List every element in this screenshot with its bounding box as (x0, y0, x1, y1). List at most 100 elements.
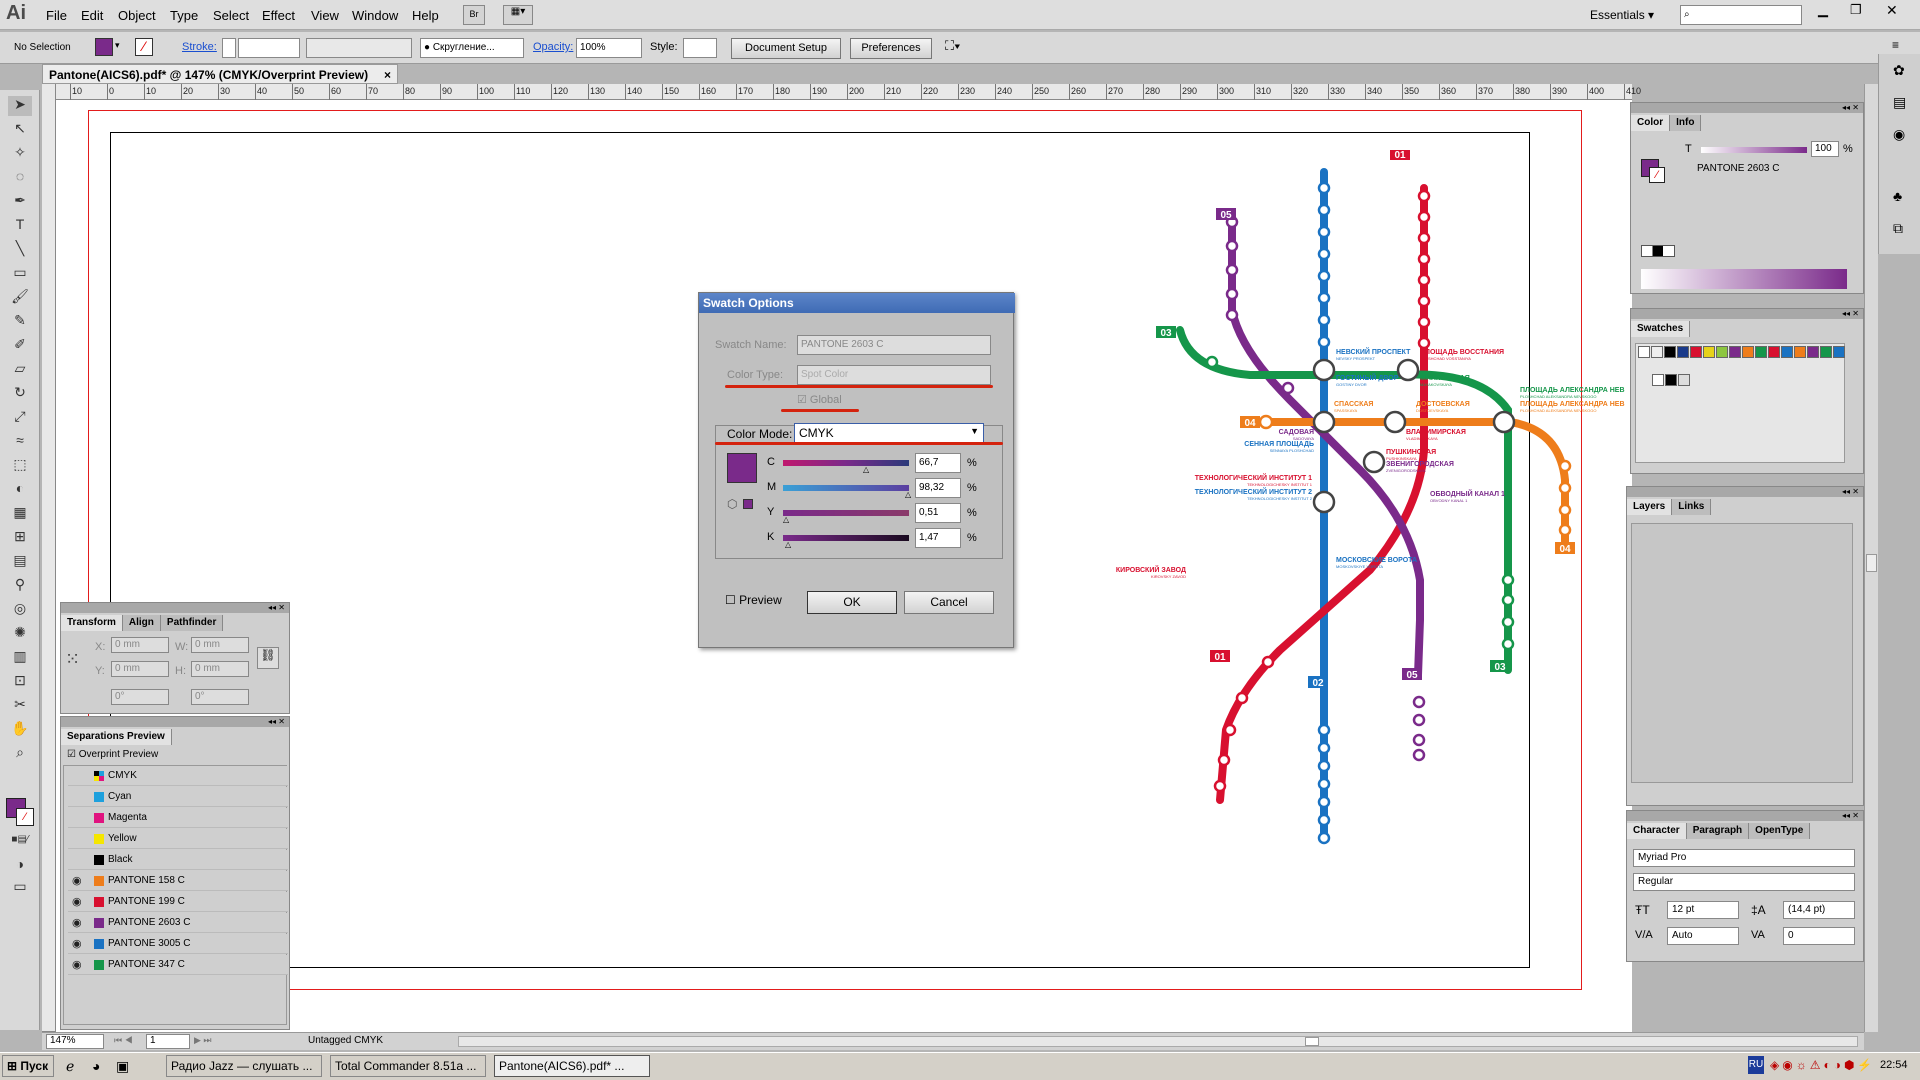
menu-type[interactable]: Type (170, 8, 198, 23)
stroke-weight-field[interactable] (238, 38, 300, 58)
perspective-grid-tool-icon[interactable]: ▦ (8, 504, 32, 524)
tint-ramp[interactable] (1641, 269, 1847, 289)
separation-row[interactable]: ◉ PANTONE 2603 C (68, 913, 288, 933)
panel-collapse-bar[interactable]: ◂◂ ✕ (1631, 309, 1863, 319)
rectangle-tool-icon[interactable]: ▭ (8, 264, 32, 284)
blue-station[interactable] (1317, 795, 1331, 809)
preview-checkbox[interactable]: ☐ Preview (725, 593, 782, 607)
stroke-color-icon[interactable]: ⁄ (16, 808, 34, 826)
type-tool-icon[interactable]: T (8, 216, 32, 236)
panel-collapse-bar[interactable]: ◂◂ ✕ (61, 603, 289, 613)
tint-field[interactable]: 100 (1811, 141, 1839, 157)
color-type-select[interactable]: Spot Color (797, 365, 991, 385)
artboard-tool-icon[interactable]: ⊡ (8, 672, 32, 692)
menu-window[interactable]: Window (352, 8, 398, 23)
swatch-chip[interactable] (1664, 346, 1676, 358)
w-field[interactable]: 0 mm (191, 637, 249, 653)
blue-station[interactable] (1317, 313, 1331, 327)
eraser-tool-icon[interactable]: ▱ (8, 360, 32, 380)
orange-station[interactable] (1558, 481, 1572, 495)
start-button[interactable]: ⊞ Пуск (2, 1055, 54, 1077)
close-tab-icon[interactable]: × (384, 68, 391, 82)
zoom-select[interactable]: 147% (46, 1034, 104, 1049)
stroke-swatch[interactable]: ⁄ (135, 38, 153, 56)
separation-row[interactable]: ◉ PANTONE 158 C (68, 871, 288, 891)
purple-station[interactable] (1412, 713, 1426, 727)
brush-select[interactable]: ● Скругление... (420, 38, 524, 58)
green-station[interactable] (1501, 593, 1515, 607)
purple-station[interactable] (1225, 287, 1239, 301)
panel-collapse-bar[interactable]: ◂◂ ✕ (61, 717, 289, 727)
green-station[interactable] (1205, 355, 1219, 369)
tab-links[interactable]: Links (1672, 499, 1712, 515)
search-input[interactable]: ⌕ (1680, 5, 1802, 25)
magenta-slider-handle[interactable]: △ (905, 490, 911, 499)
graphic-styles-icon[interactable]: ⧉ (1893, 220, 1903, 237)
minimize-icon[interactable]: ▁ (1818, 2, 1828, 18)
interchange-station[interactable] (1312, 410, 1336, 434)
magenta-slider[interactable] (783, 485, 909, 491)
tab-opentype[interactable]: OpenType (1749, 823, 1811, 839)
tab-info[interactable]: Info (1670, 115, 1702, 131)
separation-row[interactable]: Cyan (68, 787, 288, 807)
green-station[interactable] (1501, 573, 1515, 587)
orange-station[interactable] (1558, 503, 1572, 517)
swatch-chip[interactable] (1638, 346, 1650, 358)
eyedropper-tool-icon[interactable]: ⚲ (8, 576, 32, 596)
paintbrush-tool-icon[interactable]: 🖌 (8, 288, 32, 308)
task-total-commander[interactable]: Total Commander 8.51a ... (330, 1055, 486, 1077)
blue-station[interactable] (1317, 181, 1331, 195)
swatch-chip[interactable] (1665, 374, 1677, 386)
tab-layers[interactable]: Layers (1627, 499, 1673, 515)
interchange-station[interactable] (1396, 358, 1420, 382)
blue-station[interactable] (1317, 759, 1331, 773)
font-family-select[interactable]: Myriad Pro (1633, 849, 1855, 867)
red-station[interactable] (1417, 315, 1431, 329)
artboard-number-field[interactable]: 1 (146, 1034, 190, 1049)
menu-effect[interactable]: Effect (262, 8, 295, 23)
y-field[interactable]: 0 mm (111, 661, 169, 677)
stroke-color-swatch[interactable]: ⁄ (1649, 167, 1665, 183)
direct-selection-tool-icon[interactable]: ↖ (8, 120, 32, 140)
screen-mode-icon[interactable]: ▭ (8, 878, 32, 898)
opacity-label[interactable]: Opacity: (533, 41, 573, 53)
purple-station[interactable] (1281, 381, 1295, 395)
red-station[interactable] (1235, 691, 1249, 705)
slice-tool-icon[interactable]: ✂ (8, 696, 32, 716)
red-station[interactable] (1417, 231, 1431, 245)
hand-tool-icon[interactable]: ✋ (8, 720, 32, 740)
zoom-tool-icon[interactable]: ⌕ (8, 744, 32, 764)
cyan-slider-handle[interactable]: △ (863, 465, 869, 474)
purple-station[interactable] (1412, 748, 1426, 762)
swatch-chip[interactable] (1652, 374, 1664, 386)
red-station[interactable] (1417, 294, 1431, 308)
swatch-chip[interactable] (1716, 346, 1728, 358)
yellow-field[interactable]: 0,51 (915, 503, 961, 523)
overprint-preview-checkbox[interactable]: ☑ Overprint Preview (67, 749, 158, 760)
red-station[interactable] (1417, 273, 1431, 287)
mesh-tool-icon[interactable]: ⊞ (8, 528, 32, 548)
black-field[interactable]: 1,47 (915, 528, 961, 548)
drawing-mode-icon[interactable]: ◑ (8, 856, 32, 876)
tracking-field[interactable]: 0 (1783, 927, 1855, 945)
magic-wand-tool-icon[interactable]: ✧ (8, 144, 32, 164)
rotate-field[interactable]: 0° (111, 689, 169, 705)
swatch-chip[interactable] (1678, 374, 1690, 386)
task-illustrator[interactable]: Pantone(AICS6).pdf* ... (494, 1055, 650, 1077)
line-tool-icon[interactable]: ╲ (8, 240, 32, 260)
quick-launch-ie-icon[interactable]: ℯ (66, 1058, 74, 1075)
blue-station[interactable] (1317, 291, 1331, 305)
tab-align[interactable]: Align (122, 615, 161, 631)
red-station[interactable] (1223, 723, 1237, 737)
quick-launch-firefox-icon[interactable]: ◕ (92, 1058, 100, 1074)
blue-station[interactable] (1317, 247, 1331, 261)
interchange-station[interactable] (1312, 490, 1336, 514)
swatch-chip[interactable] (1820, 346, 1832, 358)
color-mode-icon[interactable]: ■▤⁄ (8, 834, 32, 854)
lasso-tool-icon[interactable]: ◌ (8, 168, 32, 188)
bridge-button[interactable]: Br (463, 5, 485, 25)
variable-width-select[interactable] (306, 38, 412, 58)
quick-launch-save-icon[interactable]: ▣ (116, 1058, 129, 1075)
separation-row[interactable]: Black (68, 850, 288, 870)
horizontal-scrollbar[interactable] (458, 1036, 1858, 1047)
